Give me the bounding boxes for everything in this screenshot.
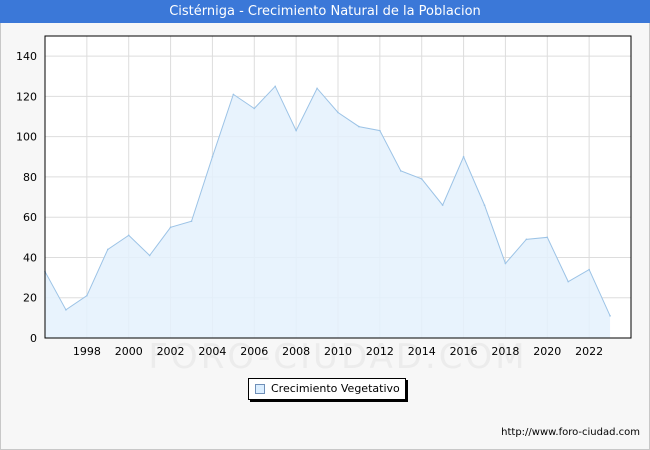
x-tick-label: 2020 — [533, 345, 561, 358]
x-tick-label: 2022 — [575, 345, 603, 358]
data-point — [127, 234, 130, 237]
data-point — [274, 85, 277, 88]
source-url[interactable]: http://www.foro-ciudad.com — [501, 427, 640, 438]
x-tick-label: 2000 — [115, 345, 143, 358]
data-point — [316, 87, 318, 90]
x-tick-label: 2004 — [198, 345, 226, 358]
x-tick-label: 2006 — [240, 345, 268, 358]
x-tick-label: 2018 — [491, 345, 519, 358]
data-point — [295, 129, 297, 132]
data-point — [65, 309, 67, 311]
data-point — [86, 294, 88, 297]
y-tick-label: 60 — [23, 211, 37, 224]
data-point — [567, 280, 570, 283]
legend-label: Crecimiento Vegetativo — [271, 382, 400, 395]
data-point — [441, 204, 444, 206]
data-point — [337, 111, 339, 114]
y-tick-label: 140 — [16, 50, 37, 63]
data-point — [609, 315, 611, 317]
data-point — [169, 226, 172, 229]
x-tick-label: 2016 — [450, 345, 478, 358]
x-tick-label: 2010 — [324, 345, 352, 358]
data-point — [399, 170, 402, 172]
legend-swatch — [255, 384, 265, 394]
data-point — [546, 236, 549, 239]
y-tick-label: 0 — [30, 332, 37, 345]
y-tick-label: 80 — [23, 171, 37, 184]
data-point — [358, 125, 360, 128]
data-point — [420, 178, 423, 180]
y-tick-label: 120 — [16, 90, 37, 103]
data-point — [211, 156, 214, 158]
data-point — [106, 248, 109, 251]
legend: Crecimiento Vegetativo — [248, 378, 406, 400]
data-point — [588, 268, 590, 271]
y-tick-label: 40 — [23, 251, 37, 264]
data-point — [525, 238, 528, 241]
data-point — [253, 107, 256, 110]
data-point — [483, 204, 486, 206]
x-tick-label: 2008 — [282, 345, 310, 358]
data-point — [190, 220, 193, 223]
data-point — [148, 254, 151, 257]
data-point — [379, 129, 381, 132]
x-tick-label: 1998 — [73, 345, 101, 358]
x-tick-label: 2012 — [366, 345, 394, 358]
data-point — [232, 93, 235, 96]
y-tick-label: 20 — [23, 292, 37, 305]
data-point — [462, 156, 465, 158]
y-tick-label: 100 — [16, 131, 37, 144]
x-tick-label: 2014 — [408, 345, 436, 358]
data-point — [504, 262, 507, 265]
x-tick-label: 2002 — [157, 345, 185, 358]
